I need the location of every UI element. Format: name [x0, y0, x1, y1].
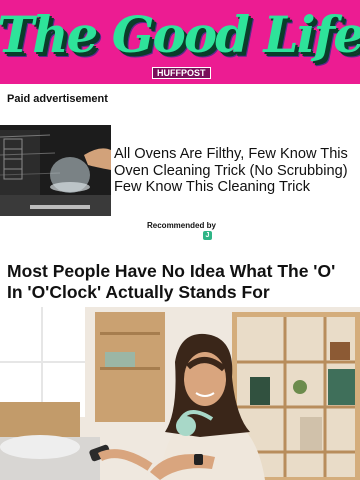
- article-hero-image[interactable]: [0, 307, 360, 480]
- article-title-link[interactable]: Most People Have No Idea What The 'O' In…: [7, 261, 353, 303]
- ad-headline-link[interactable]: All Ovens Are Filthy, Few Know This Oven…: [114, 146, 358, 196]
- ad-label: Paid advertisement: [7, 93, 108, 105]
- site-banner[interactable]: The Good Life HUFFPOST: [0, 0, 360, 84]
- recommended-by-label: Recommended by: [147, 221, 216, 230]
- brand-badge: HUFFPOST: [152, 67, 211, 79]
- ad-image[interactable]: [0, 125, 111, 216]
- site-title: The Good Life: [0, 4, 360, 64]
- oven-photo-icon: [0, 125, 111, 216]
- recommender-logo-icon[interactable]: J: [203, 231, 212, 240]
- woman-checking-watch-photo-icon: [0, 307, 360, 480]
